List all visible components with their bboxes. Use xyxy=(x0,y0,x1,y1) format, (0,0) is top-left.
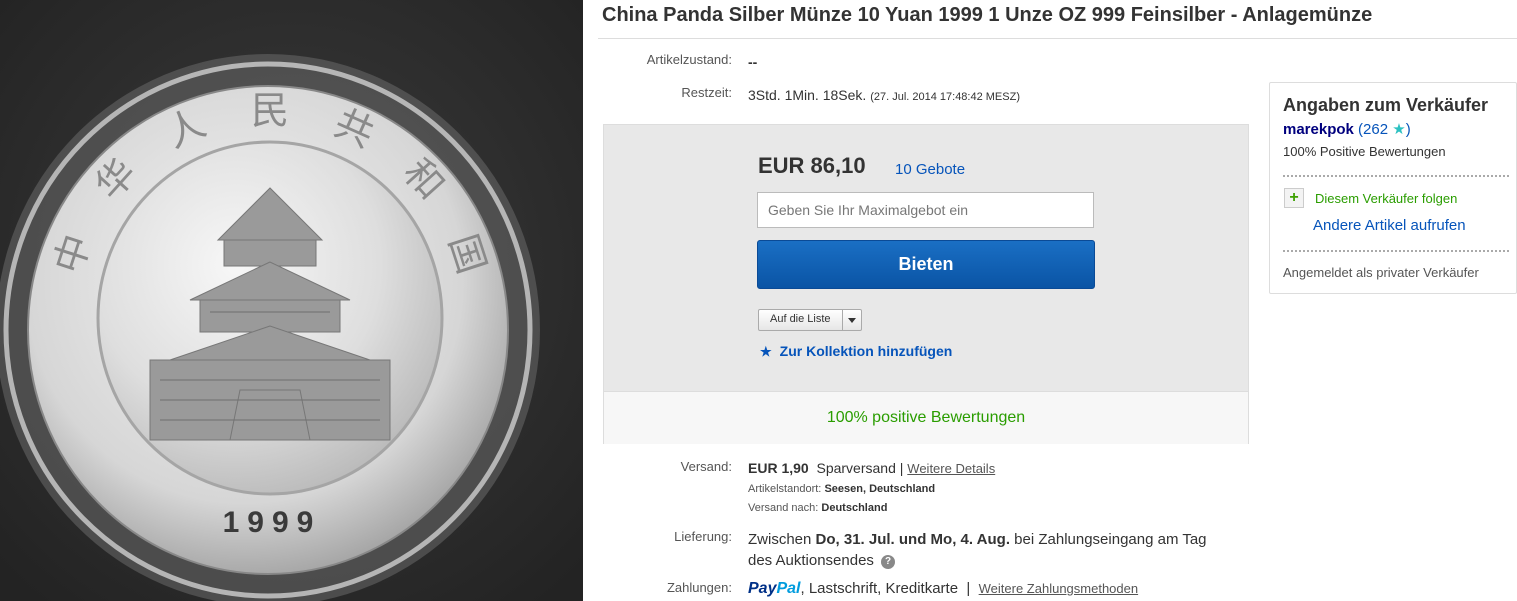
product-photo[interactable]: 1999 中华人民共和国 xyxy=(0,0,583,601)
divider xyxy=(1283,250,1509,252)
ships-to: Versand nach: Deutschland xyxy=(748,502,887,514)
seller-name-row: marekpok (262 ★) xyxy=(1283,120,1411,138)
delivery-suffix-2: des Auktionsendes xyxy=(748,552,874,569)
seller-info-panel: Angaben zum Verkäufer marekpok (262 ★) 1… xyxy=(1269,82,1517,294)
help-icon[interactable]: ? xyxy=(881,555,896,569)
delivery-prefix: Zwischen xyxy=(748,531,812,548)
seller-close-paren: ) xyxy=(1405,121,1411,138)
shipping-price: EUR 1,90 xyxy=(748,460,809,476)
bid-panel-top: EUR 86,10 10 Gebote Bieten Auf die Liste… xyxy=(604,125,1248,391)
watchlist-dropdown[interactable] xyxy=(843,310,861,330)
shipping-method: Sparversand xyxy=(816,460,896,476)
seller-positive-feedback: 100% Positive Bewertungen xyxy=(1283,144,1446,159)
payment-separator: | xyxy=(966,580,971,597)
star-icon: ★ xyxy=(1392,121,1406,138)
payment-label: Zahlungen: xyxy=(666,580,732,595)
auction-end-time: (27. Jul. 2014 17:48:42 MESZ) xyxy=(870,91,1020,103)
seller-heading: Angaben zum Verkäufer xyxy=(1283,95,1489,115)
add-to-collection-label: Zur Kollektion hinzufügen xyxy=(779,343,953,359)
item-location: Artikelstandort: Seesen, Deutschland xyxy=(748,483,935,495)
ships-to-value: Deutschland xyxy=(821,502,888,514)
payment-info: PayPal, Lastschrift, Kreditkarte | Weite… xyxy=(748,580,1138,598)
more-payment-methods-link[interactable]: Weitere Zahlungsmethoden xyxy=(979,581,1138,596)
remaining-time-value: 3Std. 1Min. 18Sek. xyxy=(748,87,867,103)
condition-label: Artikelzustand: xyxy=(646,52,732,67)
seller-type: Angemeldet als privater Verkäufer xyxy=(1283,265,1479,280)
star-icon: ★ xyxy=(760,344,772,359)
shipping-label: Versand: xyxy=(680,459,732,474)
follow-seller-button[interactable]: + Diesem Verkäufer folgen xyxy=(1284,188,1457,208)
positive-feedback-banner: 100% positive Bewertungen xyxy=(604,391,1248,444)
chevron-down-icon xyxy=(847,317,856,323)
bid-panel: EUR 86,10 10 Gebote Bieten Auf die Liste… xyxy=(603,124,1249,444)
title-divider xyxy=(598,38,1517,39)
other-items-link[interactable]: Andere Artikel aufrufen xyxy=(1313,217,1466,234)
delivery-label: Lieferung: xyxy=(674,529,732,544)
coin-year: 1999 xyxy=(223,506,322,539)
item-location-label: Artikelstandort: xyxy=(748,483,822,495)
payment-methods: , Lastschrift, Kreditkarte xyxy=(800,580,959,597)
page-title: China Panda Silber Münze 10 Yuan 1999 1 … xyxy=(602,4,1373,26)
ships-to-label: Versand nach: xyxy=(748,502,819,514)
add-to-collection-link[interactable]: ★ Zur Kollektion hinzufügen xyxy=(760,343,952,360)
max-bid-input[interactable] xyxy=(757,192,1094,228)
delivery-suffix: bei Zahlungseingang am Tag xyxy=(1014,531,1207,548)
seller-feedback-score[interactable]: 262 xyxy=(1363,121,1388,138)
current-price: EUR 86,10 xyxy=(758,153,866,178)
shipping-info: EUR 1,90 Sparversand | Weitere Details xyxy=(748,460,995,476)
shipping-separator: | xyxy=(899,460,904,476)
item-location-value: Seesen, Deutschland xyxy=(824,483,936,495)
remaining-time: 3Std. 1Min. 18Sek. (27. Jul. 2014 17:48:… xyxy=(748,87,1020,103)
watchlist-button[interactable]: Auf die Liste xyxy=(758,309,862,331)
coin-inscription-char: 民 xyxy=(251,89,289,133)
paypal-logo: PayPal xyxy=(748,580,801,597)
watchlist-label[interactable]: Auf die Liste xyxy=(759,310,843,330)
delivery-dates: Do, 31. Jul. und Mo, 4. Aug. xyxy=(815,531,1010,548)
remaining-time-label: Restzeit: xyxy=(681,85,732,100)
plus-icon: + xyxy=(1284,188,1304,208)
bid-count-link[interactable]: 10 Gebote xyxy=(895,161,965,178)
shipping-details-link[interactable]: Weitere Details xyxy=(907,461,995,476)
follow-seller-label[interactable]: Diesem Verkäufer folgen xyxy=(1315,191,1457,206)
coin-image: 1999 中华人民共和国 xyxy=(0,0,583,601)
bid-button[interactable]: Bieten xyxy=(757,240,1095,289)
condition-value: -- xyxy=(748,54,758,70)
delivery-info: Zwischen Do, 31. Jul. und Mo, 4. Aug. be… xyxy=(748,529,1207,571)
divider xyxy=(1283,175,1509,177)
seller-name-link[interactable]: marekpok xyxy=(1283,121,1354,138)
